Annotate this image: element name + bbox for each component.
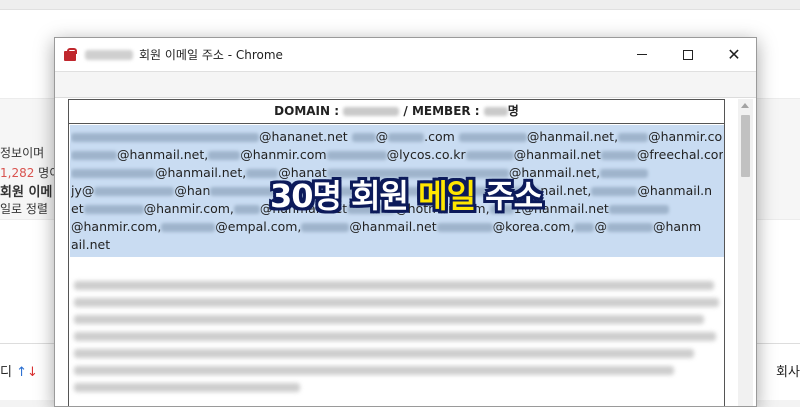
blurred-domain-value [343, 107, 400, 116]
window-title: 회원 이메일 주소 - Chrome [139, 48, 283, 62]
vertical-scrollbar[interactable] [738, 99, 753, 406]
email-line: @hanmail.net, @hanmir.com @lycos.co.kr @han… [71, 146, 723, 164]
background-top-bar [0, 0, 800, 10]
background-text-line4: 일로 정렬 [0, 202, 48, 216]
popup-window: 회원 이메일 주소 - Chrome ✕ DOMAIN : / MEMBER :… [54, 37, 757, 407]
close-icon: ✕ [727, 44, 741, 64]
email-panel: DOMAIN : / MEMBER : 명 @hananet.net @ .com… [68, 99, 725, 406]
sort-desc-icon[interactable]: ↓ [27, 365, 38, 380]
domain-label: DOMAIN : [274, 104, 340, 118]
blurred-domain [85, 49, 133, 60]
overlay-text-a: 30명 회원 [270, 177, 409, 215]
overlay-caption: 30명 회원 메일 주소 [270, 171, 543, 217]
window-titlebar[interactable]: 회원 이메일 주소 - Chrome ✕ [55, 38, 756, 71]
sort-asc-icon[interactable]: ↑ [16, 365, 27, 380]
maximize-button[interactable] [665, 38, 711, 71]
background-text-line2: 1,282 명이 [0, 164, 60, 181]
sort-header[interactable]: 디 ↑↓ [0, 361, 38, 380]
sort-label: 디 [0, 365, 12, 380]
overlay-text-c: 주소 [485, 177, 543, 215]
scroll-up-icon[interactable] [741, 103, 749, 108]
email-line: @hanmir.com, @empal.com, @hanmail.net @kore… [71, 219, 702, 234]
blurred-member-count [483, 107, 508, 116]
scroll-thumb[interactable] [741, 115, 750, 177]
panel-header: DOMAIN : / MEMBER : 명 [69, 100, 724, 124]
member-count: 1,282 [0, 166, 35, 180]
address-bar [55, 71, 756, 98]
column-header-company: 회사 [776, 365, 800, 380]
minimize-button[interactable] [619, 38, 665, 71]
app-icon [63, 47, 77, 62]
window-content: DOMAIN : / MEMBER : 명 @hananet.net @ .com… [55, 99, 756, 406]
maximize-icon [683, 49, 693, 60]
background-text-line1: 정보이며 [0, 146, 45, 160]
member-suffix: 명 [507, 104, 519, 118]
blurred-email-list [70, 268, 724, 406]
email-line: ail.net [71, 237, 111, 252]
member-label: / MEMBER : [403, 104, 480, 118]
email-line: @hananet.net @ .com @hanmail.net, @hanmir.… [71, 128, 723, 146]
overlay-text-highlight: 메일 [418, 177, 476, 215]
minimize-icon [637, 54, 647, 55]
background-link-email[interactable]: 회원 이메 [0, 181, 52, 200]
close-button[interactable]: ✕ [711, 38, 756, 71]
